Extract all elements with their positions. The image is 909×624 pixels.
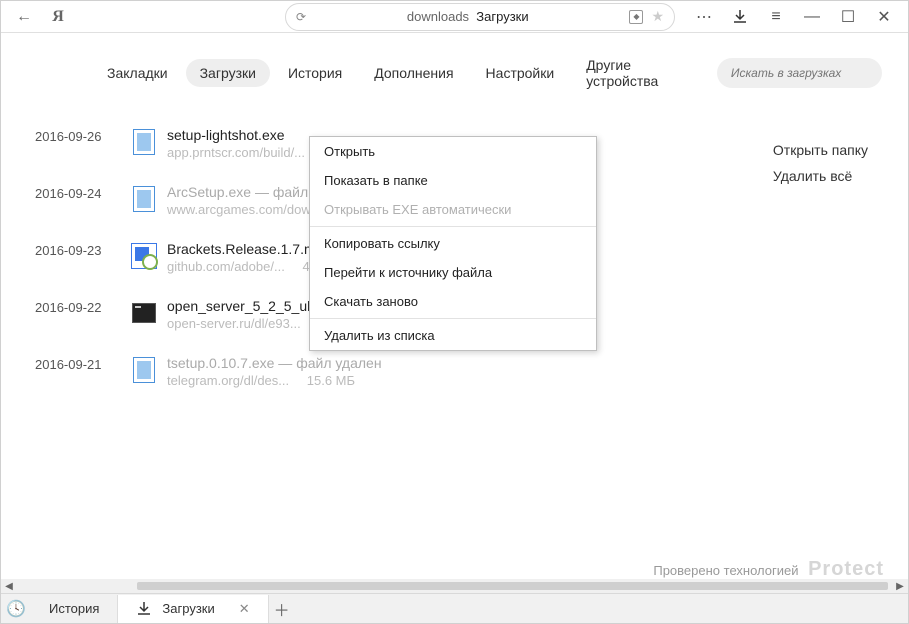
url-title: Загрузки: [476, 9, 528, 24]
menu-remove-from-list[interactable]: Удалить из списка: [310, 321, 596, 350]
menu-open[interactable]: Открыть: [310, 137, 596, 166]
tab-addons[interactable]: Дополнения: [360, 59, 467, 87]
protect-brand: Protect: [808, 558, 884, 580]
menu-show-in-folder[interactable]: Показать в папке: [310, 166, 596, 195]
downloads-search[interactable]: [717, 58, 882, 88]
window-minimize-icon[interactable]: —: [794, 3, 830, 31]
download-row[interactable]: 2016-09-21 tsetup.0.10.7.exe — файл удал…: [1, 343, 908, 400]
window-maximize-icon[interactable]: ☐: [830, 3, 866, 31]
protect-icon[interactable]: ◆: [629, 10, 643, 24]
bottom-tabbar: 🕓 История Загрузки ✕ ＋: [1, 593, 908, 623]
new-tab-button[interactable]: ＋: [269, 597, 295, 621]
tab-bookmarks[interactable]: Закладки: [93, 59, 182, 87]
tab-downloads[interactable]: Загрузки: [186, 59, 270, 87]
downloads-actions: Открыть папку Удалить всё: [773, 137, 868, 189]
menu-separator: [310, 318, 596, 319]
scroll-right-icon[interactable]: ▶: [892, 581, 908, 592]
address-bar[interactable]: ⟳ downloads Загрузки ◆ ★: [285, 3, 675, 31]
file-icon: [127, 184, 161, 214]
url-host: downloads: [407, 9, 469, 24]
tab-devices[interactable]: Другие устройства: [572, 51, 713, 95]
address-text: downloads Загрузки: [314, 9, 621, 24]
yandex-logo[interactable]: Я: [41, 3, 75, 31]
menu-copy-link[interactable]: Копировать ссылку: [310, 229, 596, 258]
open-folder-link[interactable]: Открыть папку: [773, 137, 868, 163]
download-name: tsetup.0.10.7.exe — файл удален: [167, 355, 382, 371]
menu-auto-open-exe: Открывать EXE автоматически: [310, 195, 596, 224]
file-icon: [127, 355, 161, 385]
more-icon[interactable]: ⋯: [686, 3, 722, 31]
search-input[interactable]: [731, 66, 868, 80]
downloads-icon[interactable]: [722, 3, 758, 31]
protect-footer: Проверено технологией Protect: [653, 558, 884, 581]
scroll-thumb[interactable]: [137, 582, 888, 590]
download-name: setup-lightshot.exe: [167, 127, 319, 143]
download-icon: [136, 601, 152, 617]
download-date: 2016-09-21: [35, 355, 127, 372]
nav-tabs: Закладки Загрузки История Дополнения Нас…: [1, 33, 908, 109]
menu-icon[interactable]: ≡: [758, 3, 794, 31]
download-source: telegram.org/dl/des... 15.6 МБ: [167, 373, 382, 388]
clock-icon[interactable]: 🕓: [1, 599, 31, 619]
bottom-tab-downloads[interactable]: Загрузки ✕: [118, 595, 268, 623]
download-date: 2016-09-24: [35, 184, 127, 201]
bottom-tab-history[interactable]: История: [31, 595, 118, 623]
window-close-icon[interactable]: ✕: [866, 3, 902, 31]
tab-history[interactable]: История: [274, 59, 356, 87]
download-context-menu: Открыть Показать в папке Открывать EXE а…: [309, 136, 597, 351]
reload-icon[interactable]: ⟳: [296, 10, 306, 24]
download-date: 2016-09-23: [35, 241, 127, 258]
close-tab-icon[interactable]: ✕: [239, 601, 250, 617]
back-button[interactable]: ←: [7, 3, 41, 31]
protect-text: Проверено технологией: [653, 563, 798, 578]
brackets-icon: [127, 241, 161, 271]
scroll-left-icon[interactable]: ◀: [1, 581, 17, 592]
download-date: 2016-09-26: [35, 127, 127, 144]
terminal-icon: [127, 298, 161, 328]
window-titlebar: ← Я ⟳ downloads Загрузки ◆ ★ ⋯ ≡ — ☐ ✕: [1, 1, 908, 33]
horizontal-scrollbar[interactable]: ◀ ▶: [1, 579, 908, 593]
menu-redownload[interactable]: Скачать заново: [310, 287, 596, 316]
download-source: app.prntscr.com/build/...: [167, 145, 319, 160]
menu-separator: [310, 226, 596, 227]
bookmark-star-icon[interactable]: ★: [651, 8, 664, 25]
menu-goto-source[interactable]: Перейти к источнику файла: [310, 258, 596, 287]
scroll-track[interactable]: [17, 580, 892, 592]
titlebar-right: ⋯ ≡ — ☐ ✕: [686, 3, 902, 31]
delete-all-link[interactable]: Удалить всё: [773, 163, 868, 189]
bottom-tab-label: История: [49, 601, 99, 616]
file-icon: [127, 127, 161, 157]
download-date: 2016-09-22: [35, 298, 127, 315]
bottom-tab-label: Загрузки: [162, 601, 214, 616]
tab-settings[interactable]: Настройки: [472, 59, 569, 87]
